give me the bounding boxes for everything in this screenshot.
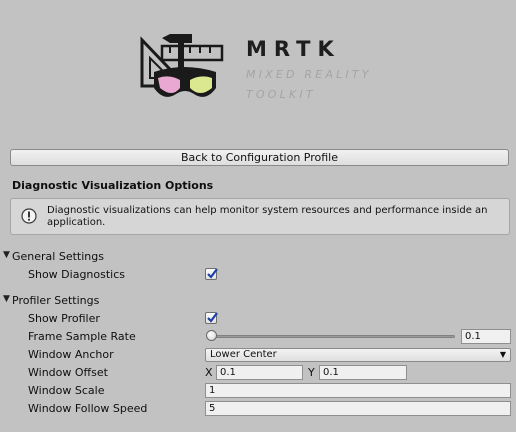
- show-diagnostics-label: Show Diagnostics: [28, 268, 126, 281]
- foldout-arrow-icon[interactable]: ▼: [3, 294, 10, 304]
- dropdown-arrow-icon: ▼: [499, 350, 506, 359]
- show-diagnostics-row: Show Diagnostics: [0, 267, 516, 283]
- checkmark-icon: [207, 312, 218, 323]
- checkmark-icon: [207, 268, 218, 279]
- frame-sample-rate-slider-thumb[interactable]: [206, 330, 217, 341]
- window-anchor-value: Lower Center: [210, 349, 277, 360]
- general-settings-foldout[interactable]: ▼ General Settings: [0, 249, 516, 265]
- window-follow-speed-label: Window Follow Speed: [28, 402, 148, 415]
- section-title: Diagnostic Visualization Options: [12, 179, 214, 192]
- general-settings-label: General Settings: [12, 250, 104, 263]
- window-scale-input[interactable]: 1: [205, 383, 511, 398]
- profiler-settings-foldout[interactable]: ▼ Profiler Settings: [0, 293, 516, 309]
- window-anchor-row: Window Anchor Lower Center ▼: [0, 347, 516, 363]
- back-button-label: Back to Configuration Profile: [180, 151, 339, 164]
- frame-sample-rate-slider-track[interactable]: [210, 335, 455, 338]
- frame-sample-rate-label: Frame Sample Rate: [28, 330, 136, 343]
- window-scale-row: Window Scale 1: [0, 383, 516, 399]
- info-icon: [21, 208, 37, 224]
- mrtk-logo: MRTK MIXED REALITY TOOLKIT: [134, 28, 394, 108]
- help-text: Diagnostic visualizations can help monit…: [47, 205, 488, 228]
- profiler-settings-label: Profiler Settings: [12, 294, 100, 307]
- window-scale-label: Window Scale: [28, 384, 105, 397]
- show-diagnostics-checkbox[interactable]: [205, 268, 218, 280]
- window-follow-speed-input[interactable]: 5: [205, 401, 511, 416]
- window-anchor-dropdown[interactable]: Lower Center ▼: [205, 348, 511, 362]
- window-offset-y-label: Y: [308, 366, 315, 379]
- help-box: Diagnostic visualizations can help monit…: [10, 198, 510, 235]
- window-offset-y-input[interactable]: 0.1: [319, 365, 407, 380]
- window-anchor-label: Window Anchor: [28, 348, 114, 361]
- window-offset-row: Window Offset X 0.1 Y 0.1: [0, 365, 516, 381]
- back-to-configuration-profile-button[interactable]: Back to Configuration Profile: [10, 149, 509, 166]
- show-profiler-checkbox[interactable]: [205, 312, 218, 324]
- show-profiler-label: Show Profiler: [28, 312, 100, 325]
- window-offset-label: Window Offset: [28, 366, 108, 379]
- show-profiler-row: Show Profiler: [0, 311, 516, 327]
- window-follow-speed-row: Window Follow Speed 5: [0, 401, 516, 417]
- foldout-arrow-icon[interactable]: ▼: [3, 250, 10, 260]
- window-offset-x-input[interactable]: 0.1: [216, 365, 303, 380]
- mrtk-logo-icon: [140, 34, 224, 97]
- logo-title: MRTK: [246, 37, 341, 61]
- window-offset-x-label: X: [205, 366, 213, 379]
- frame-sample-rate-input[interactable]: 0.1: [461, 329, 511, 344]
- frame-sample-rate-row: Frame Sample Rate 0.1: [0, 329, 516, 345]
- logo-subtitle-line1: MIXED REALITY: [246, 68, 372, 81]
- logo-subtitle-line2: TOOLKIT: [246, 88, 316, 101]
